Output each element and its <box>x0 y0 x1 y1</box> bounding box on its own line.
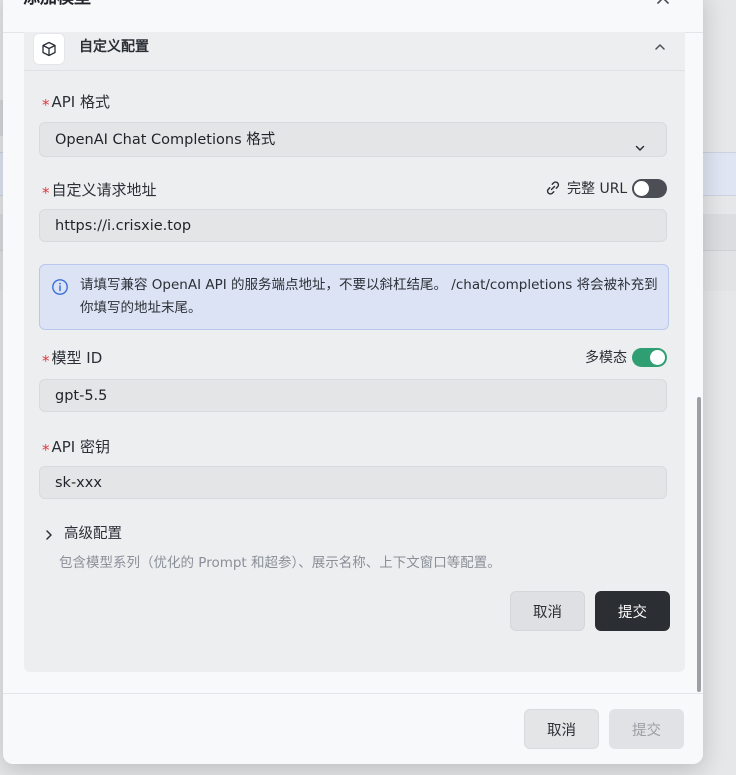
required-mark: * <box>42 352 50 370</box>
full-url-toggle[interactable] <box>632 178 668 198</box>
chevron-right-icon[interactable] <box>44 526 54 540</box>
dialog-title: 添加模型 <box>23 0 91 8</box>
endpoint-value: https://i.crisxie.top <box>55 218 192 234</box>
api-key-value: sk-xxx <box>55 475 102 491</box>
required-mark: * <box>42 184 50 202</box>
api-key-label-text: API 密钥 <box>51 438 111 456</box>
close-icon[interactable] <box>653 0 673 8</box>
advanced-config-description: 包含模型系列（优化的 Prompt 和超参）、展示名称、上下文窗口等配置。 <box>59 555 501 571</box>
api-key-label: * API 密钥 <box>42 437 111 459</box>
api-format-label-text: API 格式 <box>51 93 111 111</box>
dialog-submit-button[interactable]: 提交 <box>609 709 684 749</box>
card-submit-button[interactable]: 提交 <box>595 591 670 631</box>
card-title: 自定义配置 <box>79 39 149 55</box>
api-key-input[interactable]: sk-xxx <box>39 466 667 499</box>
scrollbar-thumb[interactable] <box>697 397 701 692</box>
custom-config-card: 自定义配置 * API 格式 OpenAI Chat Completions 格式… <box>24 32 685 672</box>
api-format-value: OpenAI Chat Completions 格式 <box>55 132 276 148</box>
multimodal-control: 多模态 <box>585 347 667 367</box>
endpoint-label: * 自定义请求地址 <box>42 180 157 202</box>
card-header[interactable]: 自定义配置 <box>24 32 685 71</box>
link-icon <box>544 179 562 197</box>
add-model-dialog: 添加模型 自定义配置 *API 格式 OpenAI Chat Completio… <box>3 0 703 764</box>
full-url-label: 完整 URL <box>567 181 628 197</box>
api-format-select[interactable]: OpenAI Chat Completions 格式 <box>39 122 667 157</box>
endpoint-label-text: 自定义请求地址 <box>51 181 157 199</box>
multimodal-toggle[interactable] <box>632 347 667 367</box>
toggle-knob <box>634 180 650 196</box>
advanced-config-toggle[interactable]: 高级配置 <box>64 522 122 543</box>
chevron-down-icon <box>634 133 646 151</box>
model-id-label-text: 模型 ID <box>51 349 103 367</box>
card-cancel-button[interactable]: 取消 <box>510 591 585 631</box>
endpoint-info-alert: 请填写兼容 OpenAI API 的服务端点地址，不要以斜杠结尾。 /chat/… <box>39 264 669 330</box>
cube-icon <box>33 33 65 65</box>
endpoint-input[interactable]: https://i.crisxie.top <box>39 209 667 242</box>
model-id-input[interactable]: gpt-5.5 <box>39 379 667 412</box>
required-mark: * <box>42 441 50 459</box>
full-url-control: 完整 URL <box>544 178 668 198</box>
model-id-label: * 模型 ID <box>42 348 103 370</box>
dialog-cancel-button[interactable]: 取消 <box>524 709 599 749</box>
multimodal-label: 多模态 <box>585 350 627 366</box>
toggle-knob <box>650 349 665 365</box>
info-icon <box>51 278 69 296</box>
api-format-label: * API 格式 <box>42 92 111 114</box>
chevron-up-icon[interactable] <box>653 39 667 53</box>
required-mark: * <box>42 96 50 114</box>
model-id-value: gpt-5.5 <box>55 388 108 404</box>
info-text: 请填写兼容 OpenAI API 的服务端点地址，不要以斜杠结尾。 /chat/… <box>80 277 658 316</box>
footer-divider <box>3 693 703 694</box>
